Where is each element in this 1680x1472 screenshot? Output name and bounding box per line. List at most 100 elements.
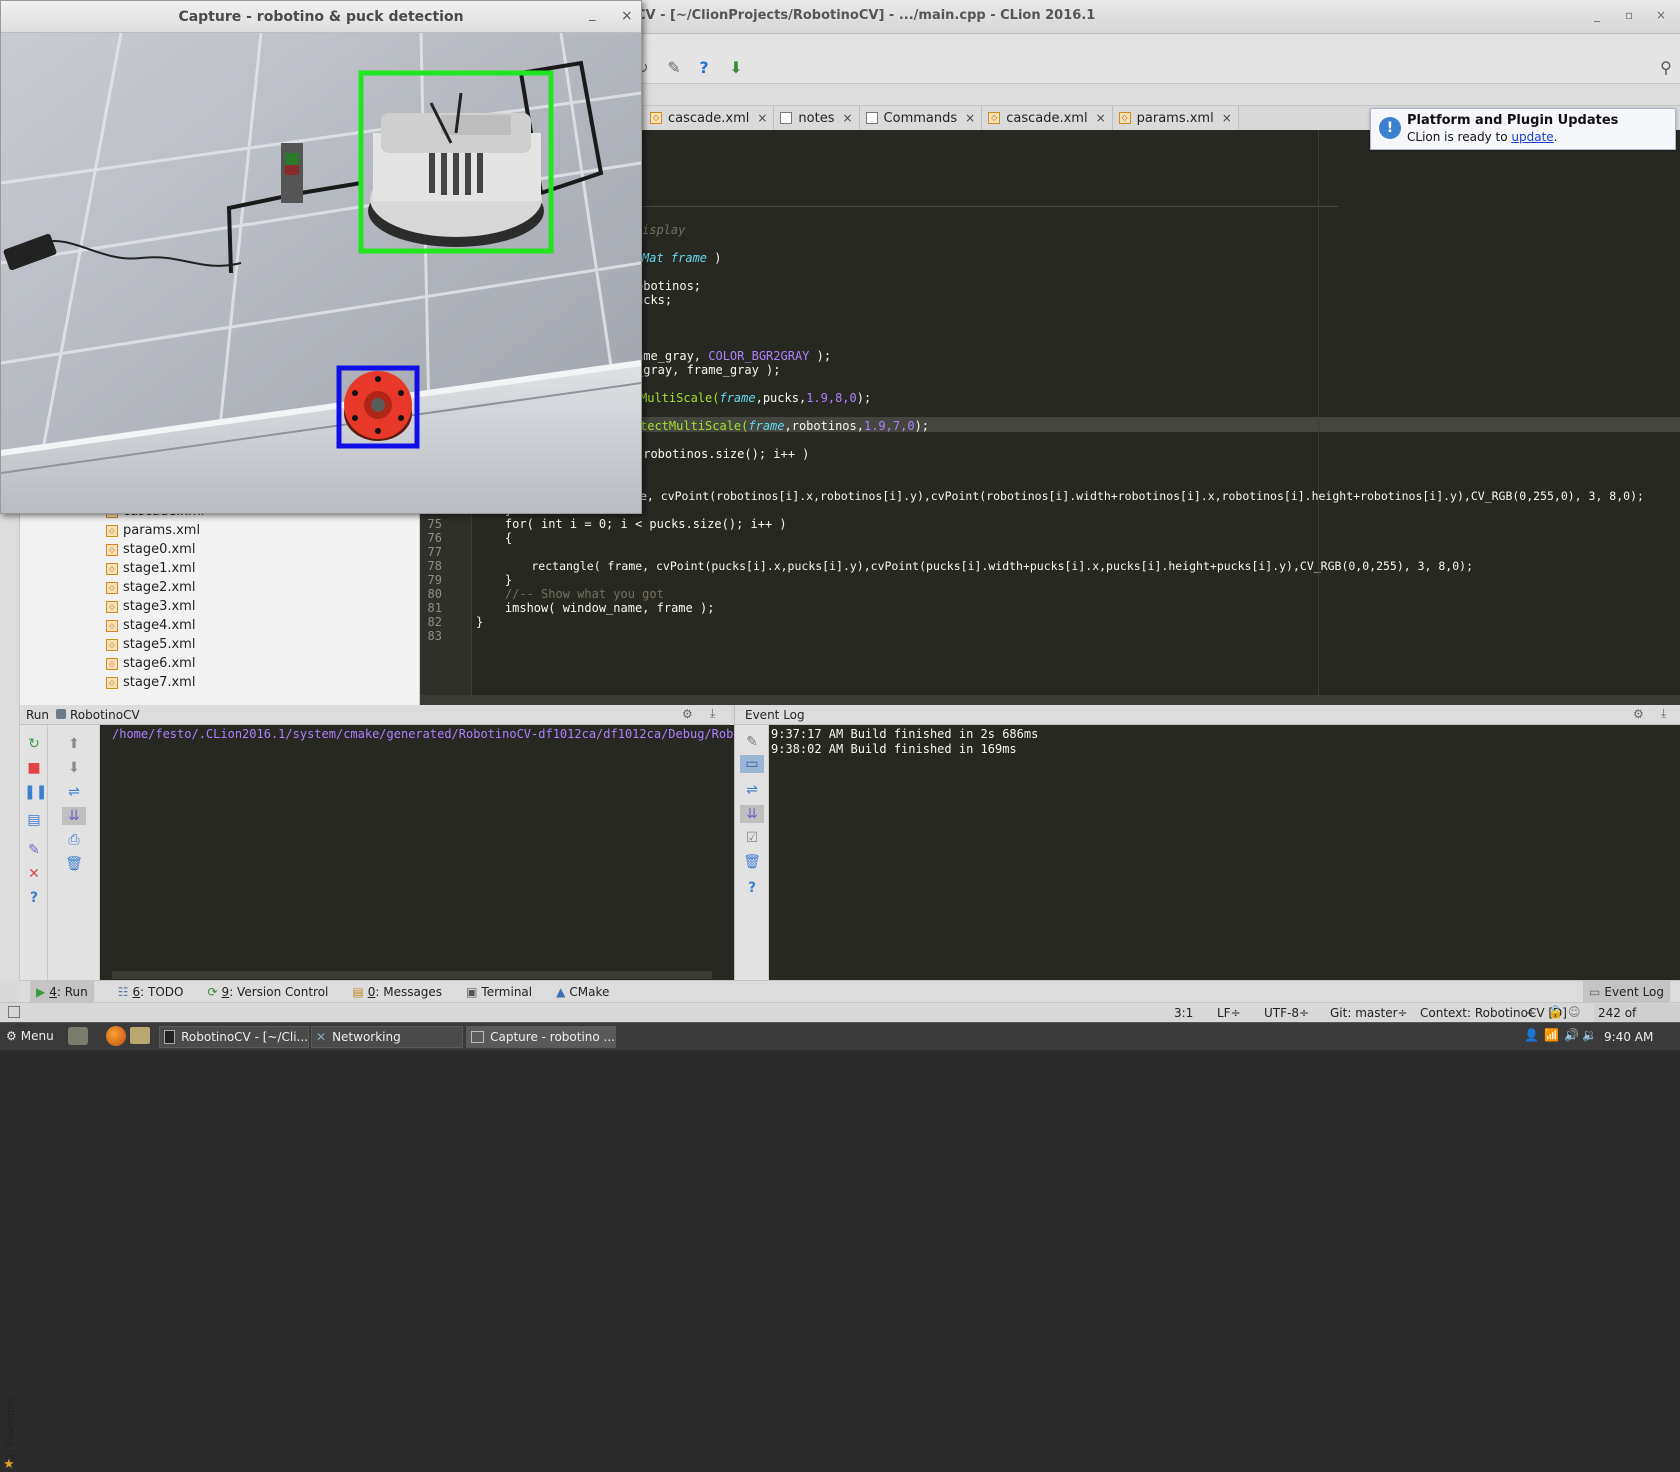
pause-icon[interactable]: ❚❚	[24, 783, 47, 801]
run-console[interactable]: /home/festo/.CLion2016.1/system/cmake/ge…	[100, 725, 750, 980]
settings-wrench-icon[interactable]: ✎	[664, 58, 684, 78]
lock-icon[interactable]: 🔓	[1548, 1005, 1563, 1019]
tree-item-stage2-xml[interactable]: ◇ stage2.xml	[106, 578, 195, 597]
tab-cascade-xml[interactable]: ◇ cascade.xml ×	[644, 106, 775, 130]
caret-position[interactable]: 3:1	[1174, 1006, 1193, 1020]
tab-commands[interactable]: Commands ×	[859, 106, 983, 130]
minimize-button[interactable]: _	[1590, 8, 1604, 22]
pin-icon[interactable]: ✎	[24, 841, 44, 859]
toolwindow-messages[interactable]: ▤ 0: Messages	[352, 985, 442, 999]
toolwindow-terminal[interactable]: ▣ Terminal	[466, 985, 532, 999]
memory-indicator[interactable]: 242 of 2035M	[1594, 1004, 1680, 1034]
balloon-icon[interactable]: ▭	[740, 755, 764, 773]
trash-icon[interactable]: 🗑	[742, 853, 762, 871]
close-button[interactable]: ×	[621, 8, 633, 24]
console-scrollbar[interactable]	[112, 971, 712, 979]
help-icon[interactable]: ?	[742, 879, 762, 897]
gear-icon[interactable]: ⚙	[682, 707, 693, 721]
maximize-button[interactable]: ▫	[1622, 8, 1636, 22]
scroll-to-end-icon[interactable]: ⇊	[62, 807, 86, 825]
toolwindow-run[interactable]: ▶ 4: Run	[30, 980, 94, 1003]
file-encoding[interactable]: UTF-8÷	[1264, 1006, 1309, 1020]
run-label: Run	[26, 708, 50, 722]
task-clion[interactable]: RobotinoCV - [~/Cli...	[159, 1026, 309, 1048]
tab-close-icon[interactable]: ×	[757, 111, 767, 125]
context-arrow[interactable]: ÷	[1526, 1006, 1536, 1020]
tree-item-stage7-xml[interactable]: ◇ stage7.xml	[106, 673, 195, 692]
xml-file-icon: ◇	[106, 657, 118, 670]
tab-close-icon[interactable]: ×	[965, 111, 975, 125]
toggle-tool-windows-icon[interactable]	[8, 1006, 20, 1018]
speaker-icon[interactable]: 🔉	[1582, 1028, 1597, 1042]
restore-layout-icon[interactable]: ▤	[24, 811, 44, 829]
volume-icon[interactable]: 🔊	[1564, 1028, 1579, 1042]
event-log-console[interactable]: 9:37:17 AM Build finished in 2s 686ms 9:…	[769, 725, 1680, 980]
tab-notes[interactable]: notes ×	[774, 106, 860, 130]
file-manager-icon[interactable]	[130, 1027, 150, 1044]
taskbar: ⚙ Menu RobotinoCV - [~/Cli... ✕ Networking…	[0, 1022, 1680, 1050]
close-run-icon[interactable]: ✕	[24, 865, 44, 883]
tab-close-icon[interactable]: ×	[842, 111, 852, 125]
task-capture[interactable]: Capture - robotino ...	[466, 1026, 616, 1048]
user-icon[interactable]: 👤	[1524, 1028, 1539, 1042]
run-config-tab[interactable]: RobotinoCV	[70, 708, 140, 722]
rerun-icon[interactable]: ↻	[24, 735, 44, 753]
toolwindow-todo[interactable]: ☷ 6: TODO	[118, 985, 184, 999]
task-networking[interactable]: ✕ Networking	[311, 1026, 463, 1048]
updates-notification[interactable]: ! Platform and Plugin Updates CLion is r…	[1370, 108, 1676, 150]
show-desktop-icon[interactable]	[68, 1027, 88, 1045]
clock[interactable]: 9:40 AM	[1604, 1030, 1653, 1044]
left-tool-stripe: 2: Favorites ★	[0, 505, 20, 1472]
tree-item-stage6-xml[interactable]: ◇ stage6.xml	[106, 654, 195, 673]
capture-window[interactable]: Capture - robotino & puck detection _ ×	[0, 0, 642, 514]
tab-cascade-xml-2[interactable]: ◇ cascade.xml ×	[982, 106, 1113, 130]
close-button[interactable]: ×	[1654, 8, 1668, 22]
arrow-down-icon[interactable]: ⬇	[64, 759, 84, 777]
tree-item-stage4-xml[interactable]: ◇ stage4.xml	[106, 616, 195, 635]
mark-read-icon[interactable]: ☑	[742, 829, 762, 847]
context-selector[interactable]: Context: RobotinoCV [D]	[1420, 1006, 1567, 1020]
wifi-icon[interactable]: 📶	[1544, 1028, 1559, 1042]
start-menu-button[interactable]: ⚙ Menu	[6, 1029, 54, 1043]
toolwindow-version-control[interactable]: ⟳ 9: Version Control	[207, 985, 328, 999]
tree-item-stage0-xml[interactable]: ◇ stage0.xml	[106, 540, 195, 559]
print-icon[interactable]: ⎙	[64, 831, 84, 849]
hide-panel-icon[interactable]: ⤓	[1661, 706, 1666, 721]
editor-tabs: ◇ cascade.xml × notes × Commands × ◇ cascade.…	[644, 106, 1239, 130]
help-icon[interactable]: ?	[24, 889, 44, 907]
line-separator[interactable]: LF÷	[1217, 1006, 1241, 1020]
soft-wrap-icon[interactable]: ⇌	[64, 783, 84, 801]
toolwindow-event-log[interactable]: ▭ Event Log	[1583, 980, 1670, 1003]
tab-params-xml[interactable]: ◇ params.xml ×	[1112, 106, 1239, 130]
inspector-icon[interactable]: ☺	[1568, 1005, 1581, 1019]
editor-horizontal-scrollbar[interactable]	[420, 695, 1680, 705]
arrow-up-icon[interactable]: ⬆	[64, 735, 84, 753]
terminal-icon: ▣	[466, 984, 478, 999]
tree-item-params-xml[interactable]: ◇ params.xml	[106, 521, 200, 540]
settings-wrench-icon[interactable]: ✎	[742, 733, 762, 751]
trash-icon[interactable]: 🗑	[64, 855, 84, 873]
toolwindow-cmake[interactable]: ▲ CMake	[556, 985, 609, 999]
tab-close-icon[interactable]: ×	[1222, 111, 1232, 125]
xml-file-icon: ◇	[106, 676, 118, 689]
search-everywhere-icon[interactable]: ⚲	[1656, 58, 1676, 78]
gear-icon[interactable]: ⚙	[1633, 707, 1644, 721]
event-log-entry: 9:37:17 AM Build finished in 2s 686ms	[771, 727, 1039, 741]
capture-titlebar[interactable]: Capture - robotino & puck detection _ ×	[1, 1, 641, 33]
tree-item-stage3-xml[interactable]: ◇ stage3.xml	[106, 597, 195, 616]
soft-wrap-icon[interactable]: ⇌	[742, 781, 762, 799]
scroll-to-end-icon[interactable]: ⇊	[740, 805, 764, 823]
tree-item-stage5-xml[interactable]: ◇ stage5.xml	[106, 635, 195, 654]
tree-item-stage1-xml[interactable]: ◇ stage1.xml	[106, 559, 195, 578]
minimize-button[interactable]: _	[589, 7, 596, 22]
cmake-app-icon	[56, 709, 66, 719]
firefox-icon[interactable]	[106, 1026, 126, 1046]
vcs-update-icon[interactable]: ⬇	[726, 58, 746, 78]
stop-icon[interactable]: ■	[24, 759, 44, 777]
help-icon[interactable]: ?	[694, 58, 714, 78]
update-link[interactable]: update	[1511, 130, 1553, 144]
tab-close-icon[interactable]: ×	[1096, 111, 1106, 125]
hide-panel-icon[interactable]: ⤓	[710, 706, 715, 721]
balloon-icon: ▭	[1589, 984, 1601, 999]
git-branch[interactable]: Git: master÷	[1330, 1006, 1408, 1020]
